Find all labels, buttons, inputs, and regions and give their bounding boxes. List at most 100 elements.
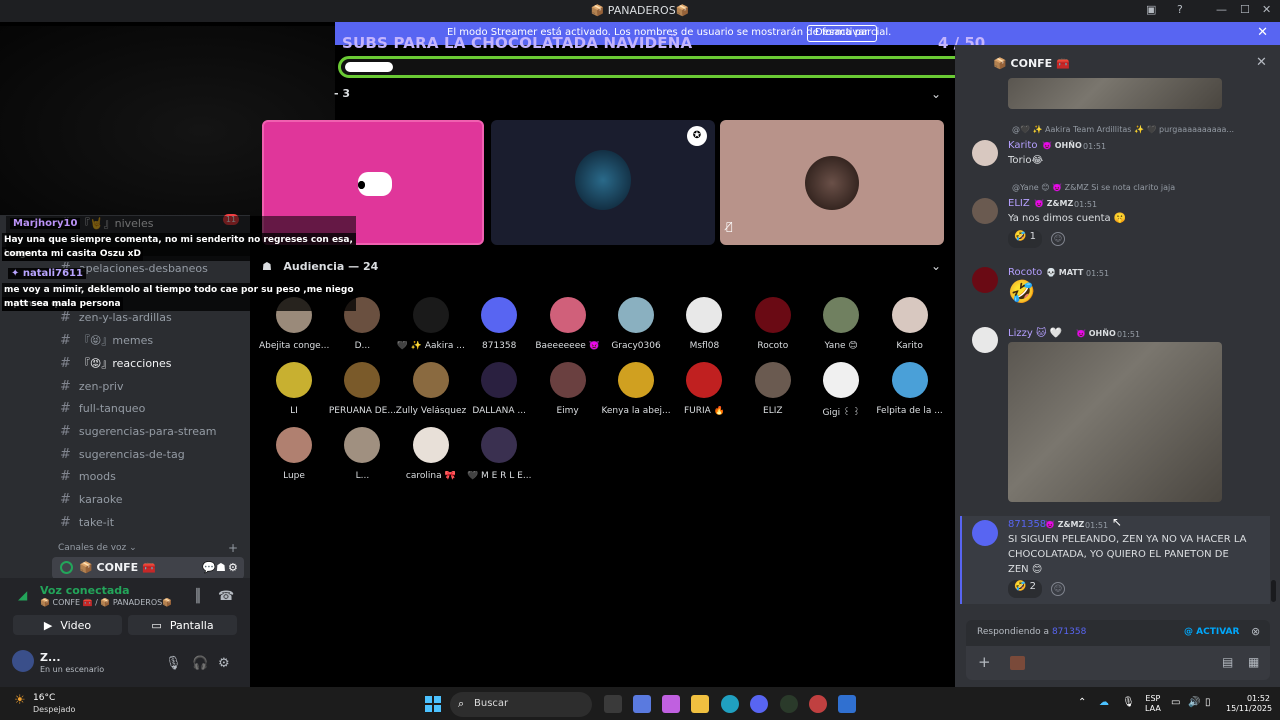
add-reaction-icon[interactable]: ☺	[1051, 582, 1065, 596]
message-author[interactable]: Lizzy 🐱 🤍	[1008, 328, 1062, 339]
audience-member[interactable]: 🖤 M E R L E...	[464, 427, 534, 481]
audience-member[interactable]: Eimy	[533, 362, 603, 416]
disconnect-icon[interactable]: ☎	[218, 589, 234, 604]
soundboard-icon[interactable]: ║	[194, 589, 202, 604]
add-member-icon[interactable]: ☗	[216, 561, 226, 574]
audience-member[interactable]: Gigi ꒰ ꒱	[806, 362, 876, 418]
audience-member[interactable]: DALLANA ...	[464, 362, 534, 416]
audience-member[interactable]: Felpita de la ...	[875, 362, 945, 416]
audience-member[interactable]: Yane 😊	[806, 297, 876, 351]
cancel-reply-icon[interactable]: ⊗	[1251, 625, 1260, 638]
volume-icon[interactable]: 🔊	[1188, 697, 1200, 708]
audience-member[interactable]: ELIZ	[738, 362, 808, 416]
audience-member[interactable]: 871358	[464, 297, 534, 351]
audience-member[interactable]: Kenya la abej...	[601, 362, 671, 416]
inbox-icon[interactable]: ▣	[1146, 3, 1156, 16]
discord-icon[interactable]	[750, 695, 768, 713]
audience-member[interactable]: FURIA 🔥	[669, 362, 739, 416]
close-icon[interactable]: ✕	[1256, 55, 1267, 70]
language-indicator[interactable]: ESP LAA	[1145, 694, 1161, 714]
channel-item[interactable]: # karaoke	[60, 489, 123, 509]
microphone-icon[interactable]: 🎙	[165, 656, 182, 671]
channel-item[interactable]: # moods	[60, 466, 116, 486]
voice-channels-header[interactable]: Canales de voz ⌄	[58, 543, 137, 553]
task-view-icon[interactable]	[604, 695, 622, 713]
add-voice-channel-icon[interactable]: +	[228, 541, 238, 555]
help-icon[interactable]: ?	[1177, 3, 1183, 16]
avatar[interactable]	[972, 198, 998, 224]
attach-icon[interactable]: +	[978, 653, 991, 671]
audience-member[interactable]: Lupe	[259, 427, 329, 481]
settings-icon[interactable]: ⚙	[228, 561, 238, 574]
apps-icon[interactable]: ▦	[1248, 655, 1259, 669]
audience-member[interactable]: Baeeeeeee 👿	[533, 297, 603, 351]
audience-member[interactable]: 🖤 ✨ Aakira ...	[396, 297, 466, 351]
headphones-icon[interactable]: 🎧	[192, 656, 208, 671]
chevron-down-icon[interactable]: ⌄	[931, 87, 941, 101]
reaction-chip[interactable]: 🤣 2	[1008, 580, 1042, 598]
onedrive-icon[interactable]: ☁	[1099, 697, 1109, 708]
message-author[interactable]: 871358	[1008, 519, 1046, 530]
avatar[interactable]	[972, 520, 998, 546]
channel-item[interactable]: # 『😡』reacciones	[60, 353, 172, 373]
voice-channel-row[interactable]: 📦 CONFE 🧰 💬 ☗ ⚙	[52, 557, 244, 579]
video-button[interactable]: ▶ Video	[13, 615, 122, 635]
chevron-down-icon[interactable]: ⌄	[931, 259, 941, 273]
mic-tray-icon[interactable]: 🎙	[1122, 697, 1135, 708]
audience-member[interactable]: LI	[259, 362, 329, 416]
speaker-tile[interactable]: ✪	[491, 120, 715, 245]
channel-item[interactable]: # take-it	[60, 512, 114, 532]
reply-reference[interactable]: @Yane 😊 👿 Z&MZ Si se nota clarito jaja	[1012, 183, 1175, 192]
maximize-button[interactable]: ☐	[1240, 3, 1250, 16]
message-input[interactable]: + ▤ ▦	[966, 646, 1270, 680]
clock[interactable]: 01:52 15/11/2025	[1226, 694, 1272, 714]
chat-scrollbar[interactable]	[1271, 580, 1276, 602]
edge-icon[interactable]	[721, 695, 739, 713]
channel-item[interactable]: # zen-priv	[60, 376, 123, 396]
avatar[interactable]	[972, 327, 998, 353]
copilot-icon[interactable]	[662, 695, 680, 713]
channel-item[interactable]: # sugerencias-de-tag	[60, 444, 185, 464]
avatar[interactable]	[972, 267, 998, 293]
minimize-button[interactable]: —	[1216, 3, 1227, 16]
message-author[interactable]: Rocoto	[1008, 267, 1042, 278]
app-icon[interactable]	[838, 695, 856, 713]
audience-member[interactable]: Karito	[875, 297, 945, 351]
close-banner-icon[interactable]: ✕	[1257, 25, 1268, 40]
obs-icon[interactable]	[780, 695, 798, 713]
channel-item[interactable]: # full-tanqueo	[60, 398, 145, 418]
avatar[interactable]	[972, 140, 998, 166]
taskbar-search[interactable]: ⌕ Buscar	[450, 692, 592, 717]
screen-share-button[interactable]: ▭ Pantalla	[128, 615, 237, 635]
file-explorer-icon[interactable]	[691, 695, 709, 713]
audience-member[interactable]: Zully Velásquez	[396, 362, 466, 416]
message-gif[interactable]	[1008, 342, 1222, 502]
store-icon[interactable]	[633, 695, 651, 713]
audience-member[interactable]: carolina 🎀	[396, 427, 466, 481]
channel-item[interactable]: # 『😝』memes	[60, 330, 153, 350]
tray-chevron-icon[interactable]: ⌃	[1078, 697, 1086, 708]
disable-streamer-mode-button[interactable]: Desactivar	[807, 25, 877, 42]
weather-temp[interactable]: 16°C	[33, 693, 55, 703]
mention-toggle-button[interactable]: @ ACTIVAR	[1184, 627, 1239, 637]
audience-member[interactable]: Msfl08	[669, 297, 739, 351]
reply-reference[interactable]: @🖤 ✨ Aakira Team Ardillitas ✨ 🖤 purgaaaa…	[1012, 125, 1234, 134]
battery-icon[interactable]: ▯	[1205, 697, 1211, 708]
avatar[interactable]	[12, 650, 34, 672]
app-icon[interactable]	[809, 695, 827, 713]
reaction-chip[interactable]: 🤣 1	[1008, 230, 1042, 248]
start-button[interactable]	[425, 696, 441, 712]
close-window-button[interactable]: ✕	[1262, 3, 1271, 16]
speaker-tile[interactable]: 🎙̸	[720, 120, 944, 245]
audience-member[interactable]: L...	[327, 427, 397, 481]
message-author[interactable]: Karito	[1008, 140, 1037, 151]
message-author[interactable]: ELIZ	[1008, 198, 1030, 209]
add-reaction-icon[interactable]: ☺	[1051, 232, 1065, 246]
audience-member[interactable]: PERUANA DE...	[327, 362, 397, 416]
message-image[interactable]	[1008, 78, 1222, 109]
gear-icon[interactable]: ⚙	[218, 656, 230, 671]
gift-icon[interactable]: ▤	[1222, 655, 1233, 669]
audience-member[interactable]: Rocoto	[738, 297, 808, 351]
audience-member[interactable]: Gracy0306	[601, 297, 671, 351]
network-icon[interactable]: ▭	[1171, 697, 1180, 708]
